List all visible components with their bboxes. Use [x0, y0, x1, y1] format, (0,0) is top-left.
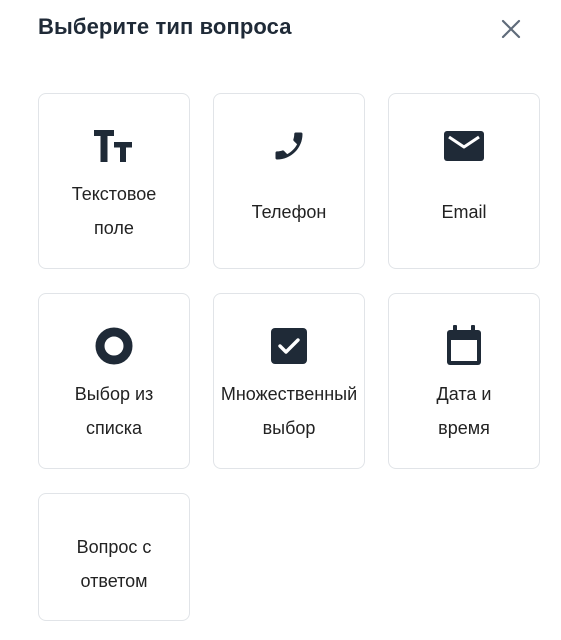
- dialog-title: Выберите тип вопроса: [38, 14, 292, 39]
- option-label: Телефон: [251, 202, 327, 222]
- option-email[interactable]: Email: [388, 93, 540, 269]
- option-label: Вопрос с: [76, 537, 152, 557]
- close-button[interactable]: [496, 14, 526, 44]
- option-label: Множественный: [220, 384, 358, 404]
- radio-circle-icon: [84, 327, 144, 365]
- phone-icon: [259, 128, 319, 164]
- email-icon: [434, 128, 494, 164]
- option-label: Email: [441, 202, 487, 222]
- option-label: выбор: [262, 418, 316, 438]
- option-label: Текстовое: [71, 184, 157, 204]
- option-label: списка: [85, 418, 143, 438]
- option-label: Выбор из: [74, 384, 154, 404]
- close-icon: [501, 19, 521, 39]
- option-label: ответом: [80, 571, 148, 591]
- option-label: Дата и: [436, 384, 492, 404]
- option-single-choice[interactable]: Выбор из списка: [38, 293, 190, 469]
- option-label: время: [438, 418, 490, 438]
- option-multiple-choice[interactable]: Множественный выбор: [213, 293, 365, 469]
- option-question-with-answer[interactable]: Вопрос с ответом: [38, 493, 190, 621]
- checkbox-icon: [259, 328, 319, 364]
- option-date-time[interactable]: Дата и время: [388, 293, 540, 469]
- option-text-field[interactable]: Текстовое поле: [38, 93, 190, 269]
- option-label: поле: [94, 218, 134, 238]
- calendar-icon: [434, 325, 494, 365]
- text-format-icon: [84, 128, 144, 164]
- option-phone[interactable]: Телефон: [213, 93, 365, 269]
- question-type-dialog: Выберите тип вопроса Текстовое поле Теле…: [0, 0, 561, 640]
